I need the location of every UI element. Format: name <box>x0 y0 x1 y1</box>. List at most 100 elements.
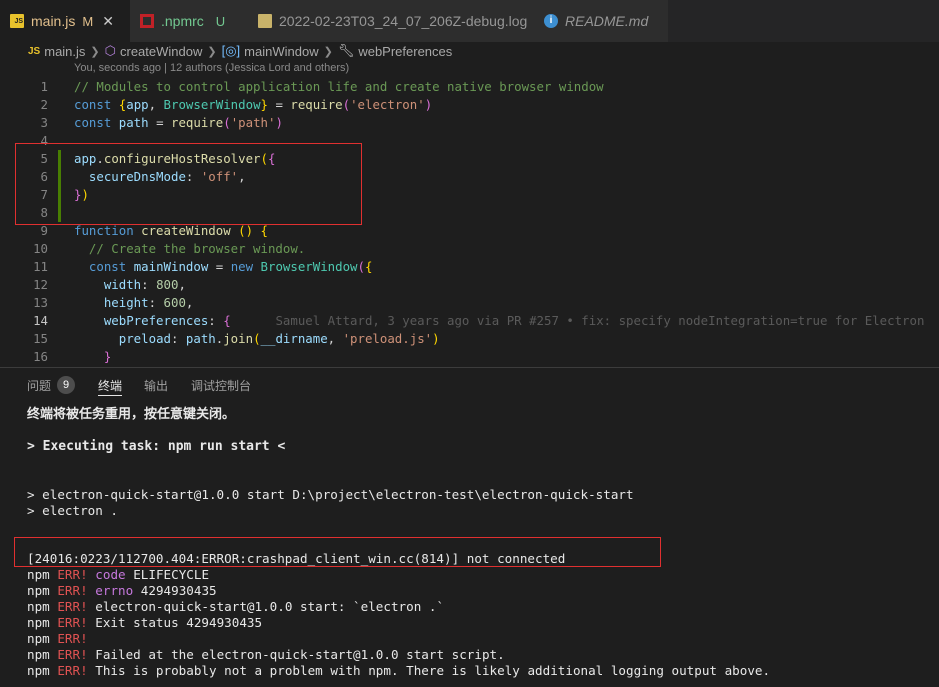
terminal-exec-line: > Executing task: npm run start < <box>27 439 286 454</box>
npm-prefix: npm <box>27 615 50 630</box>
code-token: height <box>103 295 149 310</box>
code-token: mainWindow <box>133 259 209 274</box>
code-token: ( <box>223 115 231 130</box>
breadcrumb-function[interactable]: createWindow <box>120 44 202 59</box>
code-line[interactable]: 14 webPreferences: { Samuel Attard, 3 ye… <box>0 312 939 330</box>
npm-err-tag: ERR! <box>57 631 88 646</box>
code-line[interactable]: 13 height: 600, <box>0 294 939 312</box>
tab-debug-log[interactable]: 2022-02-23T03_24_07_206Z-debug.log <box>248 0 528 42</box>
code-token: ( <box>342 97 351 112</box>
code-token: 'path' <box>230 115 276 130</box>
code-token: const <box>74 115 119 130</box>
code-token: } <box>103 349 112 364</box>
function-cube-icon: ⬡ <box>104 43 116 58</box>
line-number: 12 <box>33 277 48 292</box>
js-file-icon: JS <box>28 45 41 57</box>
code-text: const {app, BrowserWindow} = require('el… <box>74 96 432 114</box>
code-text: } <box>74 348 111 366</box>
variable-icon: [◎] <box>221 43 241 58</box>
tab-debug-console[interactable]: 调试控制台 <box>191 368 251 402</box>
code-token: ( <box>357 259 365 274</box>
tab-main-js[interactable]: JS main.js M ✕ <box>0 0 130 42</box>
info-icon: i <box>544 14 558 28</box>
code-token: ) <box>275 115 283 130</box>
code-token: = <box>148 115 171 130</box>
code-token: createWindow <box>141 223 239 238</box>
code-token: app <box>126 97 149 112</box>
code-line[interactable]: 10 // Create the browser window. <box>0 240 939 258</box>
tab-readme[interactable]: i README.md <box>528 0 668 42</box>
code-line[interactable]: 11 const mainWindow = new BrowserWindow(… <box>0 258 939 276</box>
chevron-right-icon: ❯ <box>90 45 100 58</box>
breadcrumb-property[interactable]: webPreferences <box>358 44 452 59</box>
git-status-badge: U <box>215 13 226 29</box>
code-token: preload <box>118 331 171 346</box>
code-token: , <box>327 331 343 346</box>
npm-error-line: npm ERR! errno 4294930435 <box>27 583 217 599</box>
terminal-cmd-line: > electron-quick-start@1.0.0 start D:\pr… <box>27 487 634 502</box>
code-token: 'electron' <box>350 97 425 112</box>
code-token: ( <box>253 331 261 346</box>
npm-error-line: npm ERR! code ELIFECYCLE <box>27 567 209 583</box>
tab-label: main.js <box>31 13 76 29</box>
code-token: require <box>171 115 224 130</box>
code-text: width: 800, <box>74 276 186 294</box>
npm-prefix: npm <box>27 631 50 646</box>
npm-err-tag: ERR! <box>57 567 88 582</box>
breadcrumb-variable[interactable]: mainWindow <box>244 44 318 59</box>
code-token: ) <box>424 97 433 112</box>
npm-err-tag: ERR! <box>57 647 88 662</box>
line-number: 13 <box>33 295 48 310</box>
code-token: require <box>290 97 343 112</box>
tab-label: 问题 <box>27 378 52 393</box>
code-token: , <box>178 277 186 292</box>
npm-prefix: npm <box>27 583 50 598</box>
code-line[interactable]: 3 const path = require('path') <box>0 114 939 132</box>
close-icon[interactable]: ✕ <box>102 13 114 30</box>
tab-npmrc[interactable]: .npmrc U <box>130 0 248 42</box>
js-file-icon: JS <box>10 14 24 28</box>
code-token: path <box>118 115 149 130</box>
code-token: : <box>148 295 164 310</box>
tab-terminal[interactable]: 终端 <box>98 368 123 402</box>
npm-err-tag: ERR! <box>57 599 88 614</box>
npm-error-line: npm ERR! electron-quick-start@1.0.0 star… <box>27 599 444 615</box>
wrench-icon: 🔧︎ <box>337 43 355 58</box>
code-line[interactable]: 15 preload: path.join(__dirname, 'preloa… <box>0 330 939 348</box>
npm-file-icon <box>140 14 154 28</box>
tab-output[interactable]: 输出 <box>144 368 168 402</box>
terminal-cmd-line: > electron . <box>27 503 118 518</box>
code-line[interactable]: 2 const {app, BrowserWindow} = require('e… <box>0 96 939 114</box>
tab-problems[interactable]: 问题 9 <box>27 368 76 402</box>
codelens-blame[interactable]: You, seconds ago | 12 authors (Jessica L… <box>74 62 349 74</box>
code-token: // Create the browser window. <box>88 241 306 256</box>
code-text: preload: path.join(__dirname, 'preload.j… <box>74 330 440 348</box>
code-token: ) <box>432 331 440 346</box>
code-text: const path = require('path') <box>74 114 283 132</box>
code-token: { <box>260 223 268 238</box>
code-token: webPreferences <box>103 313 209 328</box>
code-token: = <box>208 259 231 274</box>
problem-count-badge: 9 <box>57 376 76 394</box>
breadcrumb-file[interactable]: main.js <box>44 44 85 59</box>
line-number: 1 <box>40 79 48 94</box>
code-line[interactable]: 12 width: 800, <box>0 276 939 294</box>
code-token: , <box>185 295 194 310</box>
code-token: new <box>230 259 261 274</box>
code-line[interactable]: 1 // Modules to control application life … <box>0 78 939 96</box>
code-token: 'preload.js' <box>342 331 433 346</box>
line-number: 11 <box>33 259 48 274</box>
tab-label: 输出 <box>144 378 169 393</box>
code-token: BrowserWindow <box>260 259 358 274</box>
npm-error-line: npm ERR! This is probably not a problem … <box>27 663 770 679</box>
code-text: height: 600, <box>74 294 194 312</box>
breadcrumb: JS main.js ❯ ⬡ createWindow ❯ [◎] mainWi… <box>0 42 939 60</box>
code-token: BrowserWindow <box>163 97 261 112</box>
line-number: 14 <box>33 313 48 328</box>
npm-prefix: npm <box>27 663 50 678</box>
code-token: : <box>170 331 186 346</box>
code-line[interactable]: 16 } <box>0 348 939 366</box>
